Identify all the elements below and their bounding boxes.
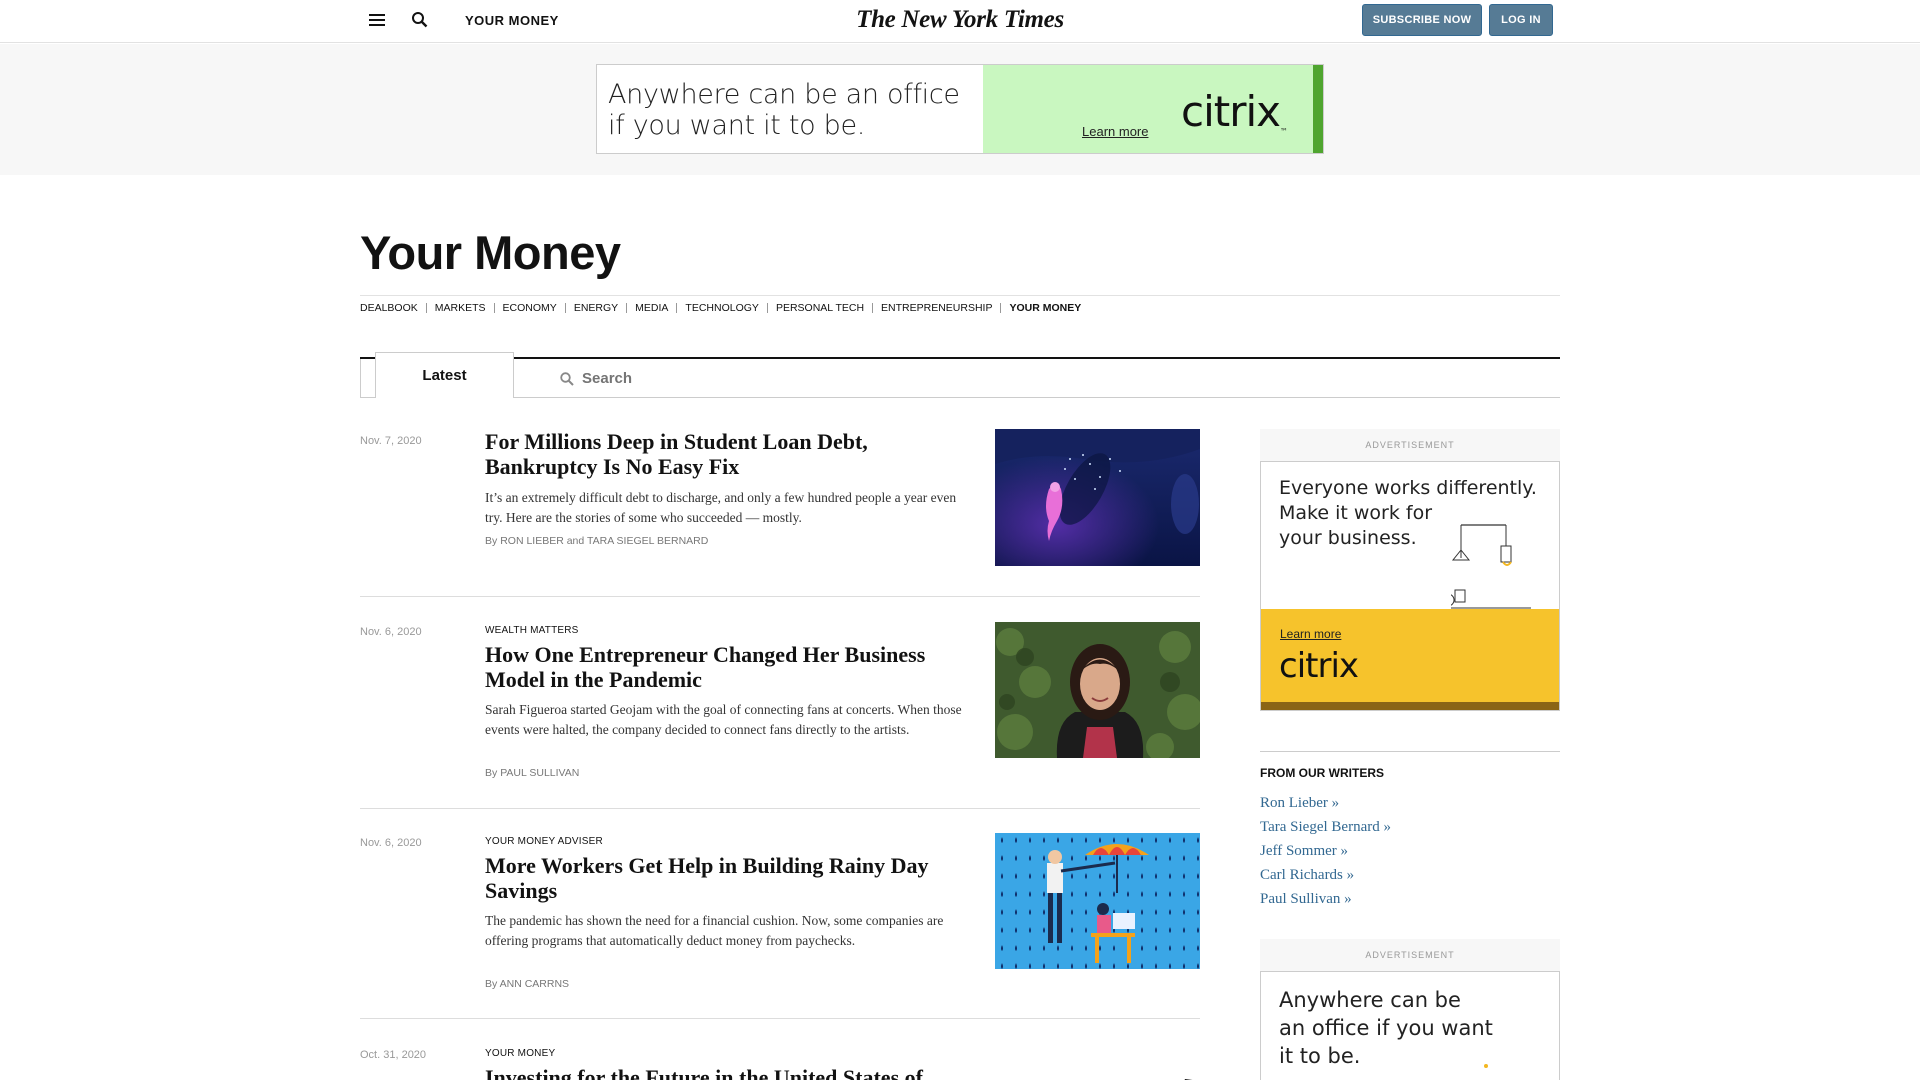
tab-left-stub: [360, 359, 376, 398]
ad-headline-line2: if you want it to be.: [608, 110, 866, 141]
article-byline: By RON LIEBER and TARA SIEGEL BERNARD: [485, 535, 708, 547]
subnav-separator: [564, 303, 566, 313]
subnav-economy[interactable]: ECONOMY: [503, 302, 557, 314]
article-summary: It’s an extremely difficult debt to disc…: [485, 490, 957, 525]
article-image-partial[interactable]: [995, 1073, 1200, 1080]
subnav-media[interactable]: MEDIA: [635, 302, 668, 314]
page-title: Your Money: [360, 226, 621, 279]
article-kicker[interactable]: YOUR MONEY: [485, 1048, 555, 1059]
search-icon: [560, 372, 574, 386]
subnav-separator: [493, 303, 495, 313]
advertisement-label: ADVERTISEMENT: [1260, 429, 1560, 462]
article-date: Nov. 6, 2020: [360, 626, 422, 638]
writers-divider: [1260, 751, 1560, 752]
ad-headline-line3: it to be.: [1279, 1044, 1361, 1068]
article-image-rainy-day[interactable]: [995, 833, 1200, 969]
writer-link[interactable]: Tara Siegel Bernard »: [1260, 815, 1391, 839]
article-divider: [360, 808, 1200, 809]
citrix-logo-text: citrix: [1181, 87, 1281, 136]
article-byline: By ANN CARRNS: [485, 978, 569, 990]
byline-by: By: [485, 978, 498, 990]
article-title[interactable]: Investing for the Future in the United S…: [485, 1065, 1005, 1080]
nyt-logo[interactable]: The New York Times: [840, 6, 1080, 34]
byline-author[interactable]: RON LIEBER: [500, 535, 564, 547]
article-summary: The pandemic has shown the need for a fi…: [485, 913, 944, 948]
ad-headline: Anywhere can be an office if you want it…: [1279, 986, 1493, 1070]
article-title[interactable]: For Millions Deep in Student Loan Debt, …: [485, 429, 965, 479]
section-subnav: DEALBOOK MARKETS ECONOMY ENERGY MEDIA TE…: [360, 302, 1081, 314]
article-byline: By PAUL SULLIVAN: [485, 767, 579, 779]
article-date: Nov. 6, 2020: [360, 837, 422, 849]
byline-and: and: [566, 535, 585, 547]
ad-headline-line1: Anywhere can be an office: [608, 79, 960, 110]
ad-headline-line2: an office if you want: [1279, 1016, 1493, 1040]
subnav-personal-tech[interactable]: PERSONAL TECH: [776, 302, 864, 314]
subnav-technology[interactable]: TECHNOLOGY: [685, 302, 759, 314]
citrix-sidebar-ad-2[interactable]: Anywhere can be an office if you want it…: [1260, 971, 1560, 1080]
writer-link[interactable]: Carl Richards »: [1260, 863, 1391, 887]
subnav-energy[interactable]: ENERGY: [574, 302, 618, 314]
subscribe-button[interactable]: SUBSCRIBE NOW: [1362, 4, 1482, 36]
writer-link[interactable]: Ron Lieber »: [1260, 791, 1391, 815]
ad-brown-stripe: [1261, 702, 1559, 710]
citrix-tm: ™: [1280, 127, 1288, 136]
byline-author[interactable]: ANN CARRNS: [500, 978, 569, 990]
article-summary: Sarah Figueroa started Geojam with the g…: [485, 702, 962, 737]
subnav-separator: [676, 303, 678, 313]
byline-author[interactable]: TARA SIEGEL BERNARD: [587, 535, 708, 547]
article-date: Oct. 31, 2020: [360, 1049, 427, 1061]
login-button[interactable]: LOG IN: [1489, 4, 1553, 36]
subnav-dealbook[interactable]: DEALBOOK: [360, 302, 418, 314]
citrix-banner-ad[interactable]: Anywhere can be an office if you want it…: [596, 64, 1324, 154]
subnav-separator: [1000, 303, 1002, 313]
tab-latest[interactable]: Latest: [375, 352, 514, 398]
citrix-logo: citrix™: [1181, 87, 1288, 136]
ad-illustration: [1484, 1064, 1488, 1068]
tab-search[interactable]: [514, 359, 1560, 398]
article-kicker[interactable]: WEALTH MATTERS: [485, 625, 579, 636]
hamburger-menu-icon[interactable]: [369, 14, 385, 27]
section-name-link[interactable]: YOUR MONEY: [465, 13, 559, 28]
article-date: Nov. 7, 2020: [360, 435, 422, 447]
article-title[interactable]: More Workers Get Help in Building Rainy …: [485, 853, 965, 903]
subnav-your-money[interactable]: YOUR MONEY: [1009, 302, 1081, 314]
byline-by: By: [485, 767, 498, 779]
article-divider: [360, 1018, 1200, 1019]
ad-green-stripe: [1313, 65, 1323, 153]
subnav-markets[interactable]: MARKETS: [435, 302, 486, 314]
article-divider: [360, 596, 1200, 597]
ad-headline: Anywhere can be an office if you want it…: [608, 79, 960, 141]
advertisement-label: ADVERTISEMENT: [1260, 939, 1560, 972]
top-ad-band: Anywhere can be an office if you want it…: [0, 44, 1920, 175]
subnav-separator: [626, 303, 628, 313]
from-our-writers-heading: FROM OUR WRITERS: [1260, 766, 1384, 780]
subnav-entrepreneurship[interactable]: ENTREPRENEURSHIP: [881, 302, 992, 314]
subnav-separator: [425, 303, 427, 313]
writers-list: Ron Lieber » Tara Siegel Bernard » Jeff …: [1260, 791, 1391, 911]
article-kicker[interactable]: YOUR MONEY ADVISER: [485, 836, 603, 847]
citrix-logo: citrix: [1279, 646, 1359, 686]
ad-headline-line1: Anywhere can be: [1279, 988, 1461, 1012]
search-icon[interactable]: [411, 11, 429, 29]
writer-link[interactable]: Jeff Sommer »: [1260, 839, 1391, 863]
byline-author[interactable]: PAUL SULLIVAN: [500, 767, 579, 779]
article-title[interactable]: How One Entrepreneur Changed Her Busines…: [485, 642, 965, 692]
subnav-separator: [766, 303, 768, 313]
ad-learn-more-link[interactable]: Learn more: [1280, 627, 1341, 641]
citrix-sidebar-ad[interactable]: Everyone works differently. Make it work…: [1260, 461, 1560, 711]
search-input[interactable]: [582, 369, 982, 387]
subnav-separator: [872, 303, 874, 313]
title-divider: [360, 295, 1560, 296]
byline-by: By: [485, 535, 498, 547]
ad-learn-more-link[interactable]: Learn more: [1082, 124, 1148, 139]
article-image-student-loan[interactable]: [995, 429, 1200, 566]
ad-headline-line1: Everyone works differently.: [1279, 477, 1537, 499]
ad-illustration: [1451, 524, 1531, 609]
article-image-entrepreneur[interactable]: [995, 622, 1200, 758]
writer-link[interactable]: Paul Sullivan »: [1260, 887, 1391, 911]
top-bar: YOUR MONEY The New York Times SUBSCRIBE …: [0, 0, 1920, 43]
